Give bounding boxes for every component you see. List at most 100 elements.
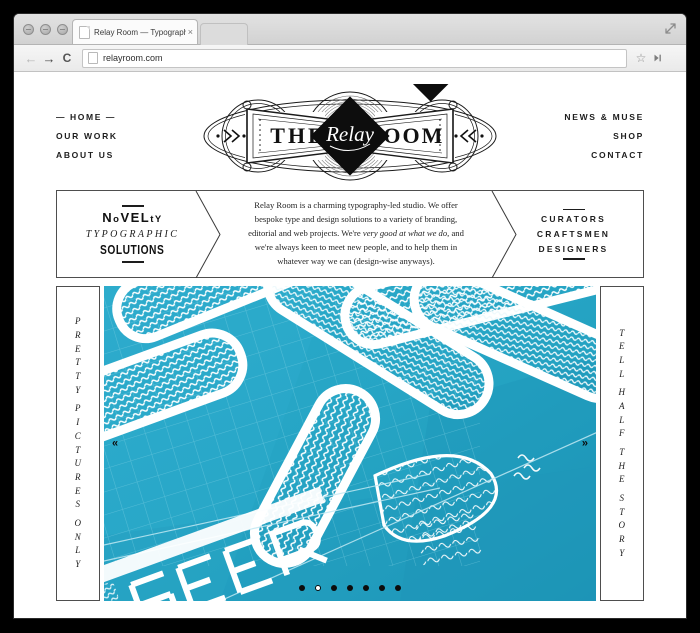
novelty-y: Y [154, 213, 163, 225]
rail-letter: S [619, 493, 625, 504]
rail-letter: L [75, 545, 81, 556]
novelty-headline: NoVELtY [102, 209, 163, 225]
rail-left-text: PRETTYPICTURESONLY [75, 315, 82, 571]
rail-letter: E [75, 343, 81, 354]
studio-blurb-panel: Relay Room is a charming typography-led … [208, 191, 504, 277]
role-craftsmen: CRAFTSMEN [536, 229, 611, 239]
maximize-icon[interactable] [664, 22, 677, 35]
rail-letter: T [619, 327, 625, 338]
address-bar-url: relayroom.com [103, 53, 163, 63]
primary-nav-left: — HOME — OUR WORK ABOUT US [14, 112, 200, 160]
page-viewport: — HOME — OUR WORK ABOUT US THE ROOM Rela… [14, 72, 686, 618]
tab-favicon-icon [79, 25, 90, 39]
nav-item-about-us[interactable]: ABOUT US [56, 150, 114, 160]
rail-right-text: TELLHALFTHESTORY [619, 327, 626, 561]
rail-letter: P [75, 403, 81, 414]
rail-pretty-pictures-only: PRETTYPICTURESONLY [56, 286, 100, 601]
rule-dash-bottom [121, 261, 144, 263]
rail-letter: R [619, 534, 625, 545]
rail-letter: T [75, 371, 81, 382]
novelty-vel: VEL [120, 209, 151, 225]
rule-dash-bottom [562, 258, 585, 260]
rail-letter: T [75, 444, 81, 455]
browser-toolbar: ← → C relayroom.com ☆ [14, 45, 686, 72]
page-info-icon [88, 52, 98, 64]
rail-letter: E [75, 485, 81, 496]
rail-tell-half-the-story: TELLHALFTHESTORY [600, 286, 644, 601]
tab-title: Relay Room — Typography [94, 27, 186, 37]
role-curators: CURATORS [541, 214, 606, 224]
rail-letter: A [619, 400, 625, 411]
rail-letter: H [618, 387, 626, 398]
rail-letter: I [76, 417, 80, 428]
rail-letter: C [74, 430, 82, 441]
rail-letter: N [74, 531, 82, 542]
rail-letter: S [75, 499, 81, 510]
site-logo[interactable]: THE ROOM Relay [200, 72, 500, 188]
browser-menu-icon[interactable] [665, 50, 678, 66]
carousel-next-arrow[interactable]: » [582, 438, 588, 449]
nav-item-contact[interactable]: CONTACT [591, 150, 644, 160]
rule-dash-top [562, 208, 585, 210]
back-button[interactable]: ← [22, 49, 40, 67]
window-minimize-button[interactable] [40, 24, 51, 35]
rail-letter: T [75, 357, 81, 368]
rail-letter: Y [75, 384, 81, 395]
rail-letter: Y [619, 547, 625, 558]
carousel-dot-active[interactable] [315, 585, 321, 591]
carousel-pagination [104, 585, 596, 591]
tab-close-icon[interactable]: × [186, 27, 193, 37]
role-designers: DESIGNERS [538, 244, 609, 254]
rail-letter: P [75, 316, 81, 327]
rail-letter: T [619, 506, 625, 517]
logo-word-relay: Relay [325, 122, 374, 146]
typographic-line: TYPOGRAPHIC [85, 229, 180, 241]
rail-letter: E [619, 474, 625, 485]
nav-item-our-work[interactable]: OUR WORK [56, 131, 118, 141]
rail-letter: H [618, 460, 626, 471]
rail-letter: L [619, 414, 625, 425]
blurb-emphasis: very good at what we do [362, 228, 448, 239]
nav-item-news-muse[interactable]: NEWS & MUSE [564, 112, 644, 122]
browser-tab-active[interactable]: Relay Room — Typography × [72, 19, 198, 44]
carousel-prev-arrow[interactable]: « [112, 438, 118, 449]
rail-letter: O [618, 520, 626, 531]
address-bar[interactable]: relayroom.com [82, 48, 627, 68]
carousel-dot[interactable] [347, 585, 353, 591]
site-header: — HOME — OUR WORK ABOUT US THE ROOM Rela… [14, 72, 686, 182]
roles-panel: CURATORS CRAFTSMEN DESIGNERS [504, 191, 644, 277]
novelty-panel: NoVELtY TYPOGRAPHIC SOLUTIONS [56, 191, 208, 277]
carousel-dot[interactable] [379, 585, 385, 591]
roles-list: CURATORS CRAFTSMEN DESIGNERS [537, 214, 610, 254]
browser-tabstrip: Relay Room — Typography × [14, 14, 686, 45]
new-tab-button[interactable] [200, 23, 248, 45]
hero-carousel: PRETTYPICTURESONLY « » T E L L H A L F T… [56, 286, 644, 601]
reload-button[interactable]: C [58, 49, 76, 67]
extension-icon[interactable] [649, 50, 665, 66]
nav-item-shop[interactable]: SHOP [613, 131, 644, 141]
window-controls[interactable] [23, 24, 68, 35]
browser-window: Relay Room — Typography × ← → C relayroo… [14, 14, 686, 618]
carousel-dot[interactable] [395, 585, 401, 591]
rail-letter: U [74, 458, 82, 469]
rail-letter: R [75, 471, 81, 482]
rail-letter: O [74, 517, 82, 528]
primary-nav-right: NEWS & MUSE SHOP CONTACT [500, 112, 686, 160]
novelty-n: N [102, 209, 114, 225]
carousel-dot[interactable] [331, 585, 337, 591]
nav-item-home[interactable]: — HOME — [56, 112, 116, 122]
hero-slide[interactable]: « » [104, 286, 596, 601]
window-zoom-button[interactable] [57, 24, 68, 35]
rail-letter: T [619, 447, 625, 457]
rail-letter: L [619, 368, 625, 379]
rail-letter: F [619, 428, 625, 439]
rule-dash-top [121, 205, 144, 207]
forward-button[interactable]: → [40, 49, 58, 67]
carousel-dot[interactable] [363, 585, 369, 591]
rail-letter: E [619, 341, 625, 352]
window-close-button[interactable] [23, 24, 34, 35]
solutions-line: SOLUTIONS [100, 243, 165, 258]
bookmark-star-icon[interactable]: ☆ [633, 50, 649, 66]
rail-letter: Y [75, 558, 81, 569]
carousel-dot[interactable] [299, 585, 305, 591]
